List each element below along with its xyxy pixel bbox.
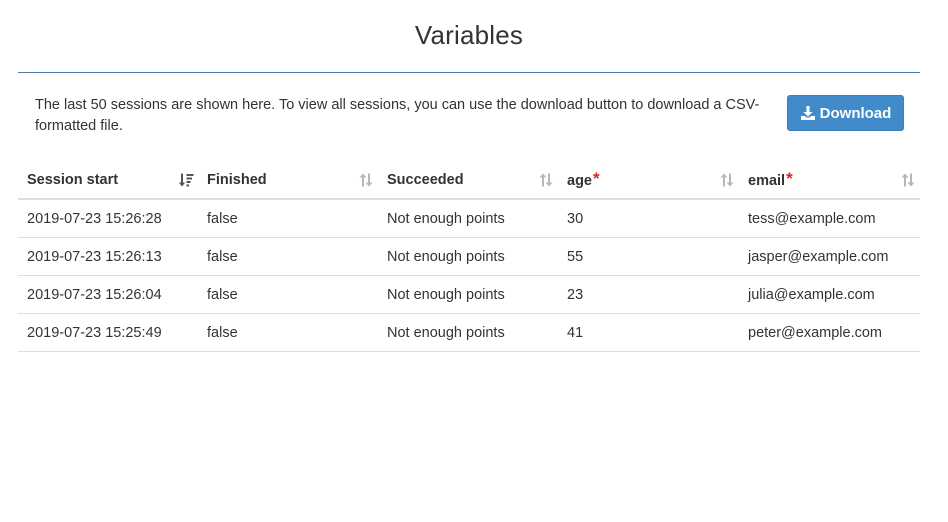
column-label: email bbox=[748, 172, 786, 189]
table-row: 2019-07-23 15:26:13 false Not enough poi… bbox=[18, 237, 920, 276]
sort-desc-icon[interactable] bbox=[178, 172, 194, 188]
cell-email: julia@example.com bbox=[739, 275, 920, 314]
required-marker: * bbox=[786, 168, 793, 188]
cell-session-start: 2019-07-23 15:26:13 bbox=[18, 237, 198, 276]
column-label: Finished bbox=[207, 171, 267, 188]
title-divider bbox=[18, 72, 920, 73]
table-row: 2019-07-23 15:25:49 false Not enough poi… bbox=[18, 313, 920, 352]
column-label: Session start bbox=[27, 171, 119, 188]
cell-session-start: 2019-07-23 15:26:04 bbox=[18, 275, 198, 314]
column-header-age[interactable]: age* bbox=[558, 161, 739, 200]
cell-finished: false bbox=[198, 275, 378, 314]
cell-succeeded: Not enough points bbox=[378, 313, 558, 352]
sessions-table: Session start Finished Succeeded age* em… bbox=[18, 161, 920, 352]
cell-email: tess@example.com bbox=[739, 199, 920, 238]
column-header-session-start[interactable]: Session start bbox=[18, 161, 198, 200]
column-label: Succeeded bbox=[387, 171, 464, 188]
table-row: 2019-07-23 15:26:04 false Not enough poi… bbox=[18, 275, 920, 314]
download-label: Download bbox=[819, 104, 892, 122]
sort-icon[interactable] bbox=[900, 172, 916, 188]
page-title: Variables bbox=[414, 20, 524, 50]
column-header-succeeded[interactable]: Succeeded bbox=[378, 161, 558, 200]
sort-icon[interactable] bbox=[719, 172, 735, 188]
required-marker: * bbox=[593, 168, 600, 188]
table-header-row: Session start Finished Succeeded age* em… bbox=[18, 161, 920, 200]
cell-finished: false bbox=[198, 237, 378, 276]
download-icon bbox=[800, 105, 816, 121]
cell-succeeded: Not enough points bbox=[378, 275, 558, 314]
sort-icon[interactable] bbox=[358, 172, 374, 188]
cell-session-start: 2019-07-23 15:26:28 bbox=[18, 199, 198, 238]
intro-text: The last 50 sessions are shown here. To … bbox=[35, 97, 760, 134]
cell-age: 23 bbox=[558, 275, 739, 314]
cell-succeeded: Not enough points bbox=[378, 199, 558, 238]
cell-age: 41 bbox=[558, 313, 739, 352]
download-button[interactable]: Download bbox=[787, 95, 904, 131]
cell-finished: false bbox=[198, 313, 378, 352]
cell-age: 55 bbox=[558, 237, 739, 276]
cell-email: jasper@example.com bbox=[739, 237, 920, 276]
column-header-finished[interactable]: Finished bbox=[198, 161, 378, 200]
variables-page: Variables The last 50 sessions are shown… bbox=[0, 0, 948, 522]
table-row: 2019-07-23 15:26:28 false Not enough poi… bbox=[18, 199, 920, 238]
column-label: age bbox=[567, 172, 592, 189]
cell-age: 30 bbox=[558, 199, 739, 238]
cell-succeeded: Not enough points bbox=[378, 237, 558, 276]
column-header-email[interactable]: email* bbox=[739, 161, 920, 200]
cell-email: peter@example.com bbox=[739, 313, 920, 352]
cell-finished: false bbox=[198, 199, 378, 238]
cell-session-start: 2019-07-23 15:25:49 bbox=[18, 313, 198, 352]
sort-icon[interactable] bbox=[538, 172, 554, 188]
